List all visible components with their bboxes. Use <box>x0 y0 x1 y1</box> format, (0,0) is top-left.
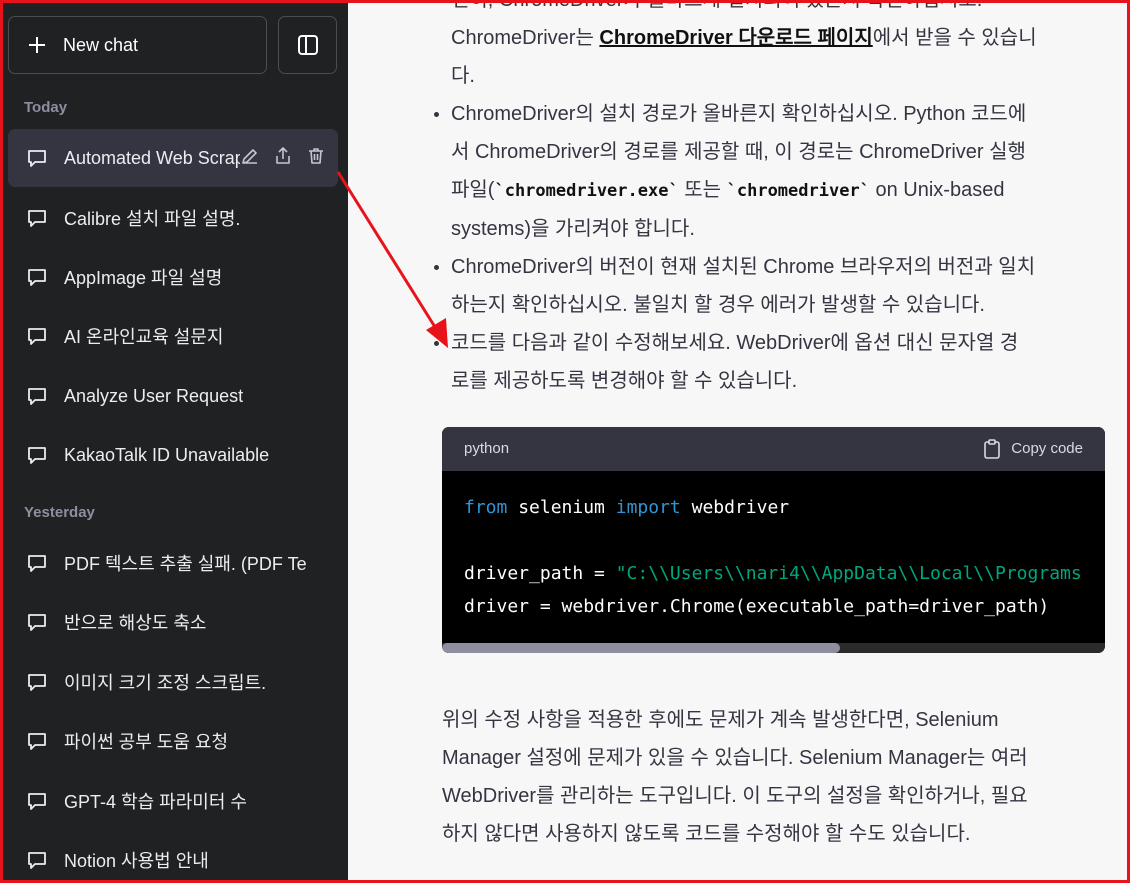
annotation-arrow <box>336 171 448 348</box>
